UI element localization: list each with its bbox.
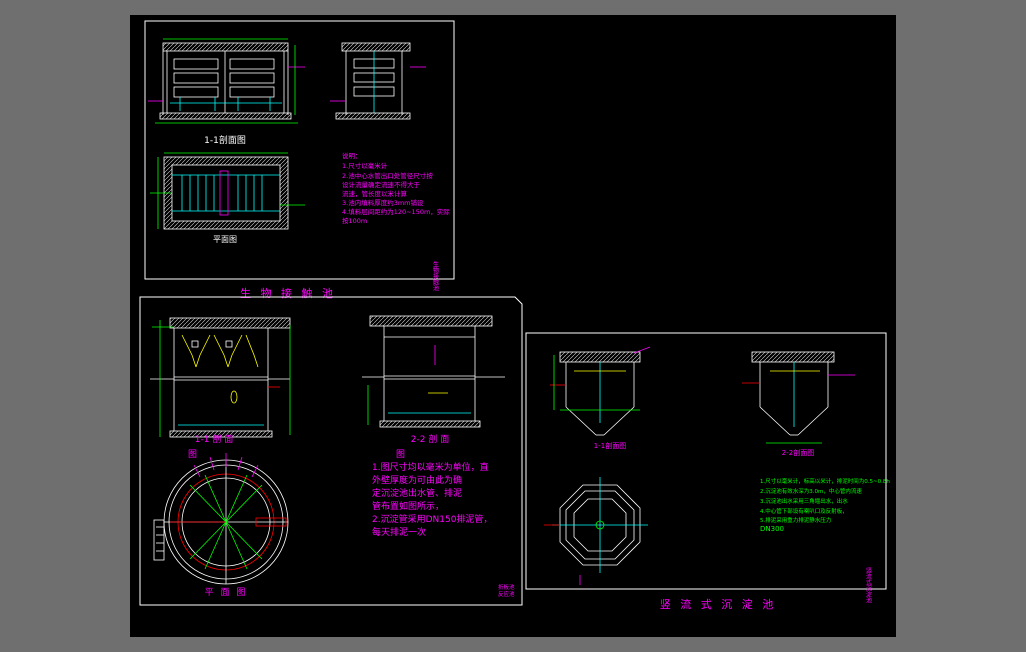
sheet2-section1-caption: 1-1 剖 面 (195, 433, 233, 445)
sheet1-section-drawing (148, 38, 305, 124)
sheet1-side-label: 生物接触池 (432, 260, 439, 291)
sheet1-note-line: 3.池内填料厚度约3mm铺设 (342, 198, 424, 207)
sheet2-note-line: 定沉淀池出水管、排泥 (372, 487, 462, 499)
cad-drawing-canvas[interactable]: 1-1剖面图 平面图 说明： 1.尺寸以毫米计 2.池中心水管出口处管径尺寸按 … (130, 15, 896, 637)
sheet2-note-line: 每天排泥一次 (372, 526, 426, 538)
sheet1-plan-caption: 平面图 (213, 235, 237, 244)
sheet3-note-line: 4.中心管下部设有喇叭口及反射板， (760, 507, 848, 515)
sheet-biological-contact-tank: 1-1剖面图 平面图 说明： 1.尺寸以毫米计 2.池中心水管出口处管径尺寸按 … (144, 20, 455, 291)
sheet1-note-line: 流速，管长度以米计算 (342, 189, 408, 198)
sheet2-plan-caption: 平 面 图 (205, 587, 248, 598)
sheet1-note-line: 说明： (342, 151, 362, 160)
sheet3-note-line: 3.沉淀池出水采用三角堰出水，出水 (760, 497, 848, 505)
sheet2-section2-caption: 2-2 剖 面 (411, 433, 449, 445)
sheet3-section1-drawing (550, 346, 651, 436)
sheet1-note-line: 设计流量确定流速不得大于 (342, 180, 421, 189)
sheet3-plan-drawing (544, 477, 648, 585)
sheet2-note-line: 2.沉淀管采用DN150排泥管， (372, 513, 492, 525)
sheet2-corner-label-1: 折板池 (498, 583, 515, 591)
sheet2-note-line: 外壁厚度为可由此为确 (372, 474, 462, 486)
sheet3-note-line: 2.沉淀池有效水深为3.0m，中心管内流速 (760, 487, 862, 495)
sheet3-side-label: 竖流式沉淀池 (865, 566, 872, 603)
sheet2-plan-drawing (153, 453, 289, 585)
sheet1-frame (144, 20, 455, 280)
sheet1-plan-drawing (150, 152, 305, 230)
viewport: 1-1剖面图 平面图 说明： 1.尺寸以毫米计 2.池中心水管出口处管径尺寸按 … (0, 0, 1026, 652)
sheet1-notes: 说明： 1.尺寸以毫米计 2.池中心水管出口处管径尺寸按 设计流量确定流速不得大… (342, 151, 450, 225)
sheet1-section-caption: 1-1剖面图 (204, 134, 246, 146)
sheet2-section2-drawing (362, 315, 505, 428)
sheet3-notes: 1.尺寸以毫米计，标高以米计，排泥时间为0.5~0.8h 2.沉淀池有效水深为3… (760, 477, 890, 533)
sheet2-section1-drawing (150, 317, 291, 438)
sheet1-note-line: 1.尺寸以毫米计 (342, 161, 388, 170)
sheet3-note-line: 1.尺寸以毫米计，标高以米计，排泥时间为0.5~0.8h (760, 477, 890, 485)
sheet2-note-line: 管布置如图所示， (372, 500, 444, 512)
sheet1-title: 生 物 接 触 池 (240, 286, 336, 300)
sheet1-end-section-drawing (330, 42, 426, 120)
sheet2-notes: 1.图尺寸均以毫米为单位，直 外壁厚度为可由此为确 定沉淀池出水管、排泥 管布置… (372, 461, 492, 538)
sheet2-corner-label-2: 反应池 (498, 590, 515, 598)
sheet-vertical-flow-settling-tank: 1-1剖面图 2-2剖面图 1.尺寸以毫米计，标高以米计，排泥时间为0.5~0.… (525, 332, 890, 603)
sheet2-sublabel-2: 图 (396, 449, 405, 460)
sheet3-title: 竖 流 式 沉 淀 池 (660, 597, 776, 611)
sheet1-note-line: 2.池中心水管出口处管径尺寸按 (342, 171, 433, 180)
sheet1-note-line: 按100m (342, 216, 367, 225)
sheet3-note-line: DN300 (760, 525, 784, 533)
sheet-reaction-tank: 1-1 剖 面 图 2-2 剖 面 图 平 面 图 1.图尺寸均以毫米为单位，直… (139, 296, 523, 606)
sheet2-sublabel: 图 (188, 449, 197, 460)
sheet3-section2-caption: 2-2剖面图 (782, 448, 814, 457)
sheet3-section1-caption: 1-1剖面图 (594, 441, 626, 450)
drawing-svg: 1-1剖面图 平面图 说明： 1.尺寸以毫米计 2.池中心水管出口处管径尺寸按 … (139, 20, 890, 611)
sheet3-section2-drawing (742, 351, 855, 444)
sheet2-note-line: 1.图尺寸均以毫米为单位，直 (372, 461, 489, 473)
sheet3-note-line: 5.排泥采用重力排泥静水压力 (760, 516, 831, 524)
sheet2-frame (139, 296, 523, 606)
sheet1-note-line: 4.填料层间距约为120~150m，实际 (342, 207, 450, 216)
